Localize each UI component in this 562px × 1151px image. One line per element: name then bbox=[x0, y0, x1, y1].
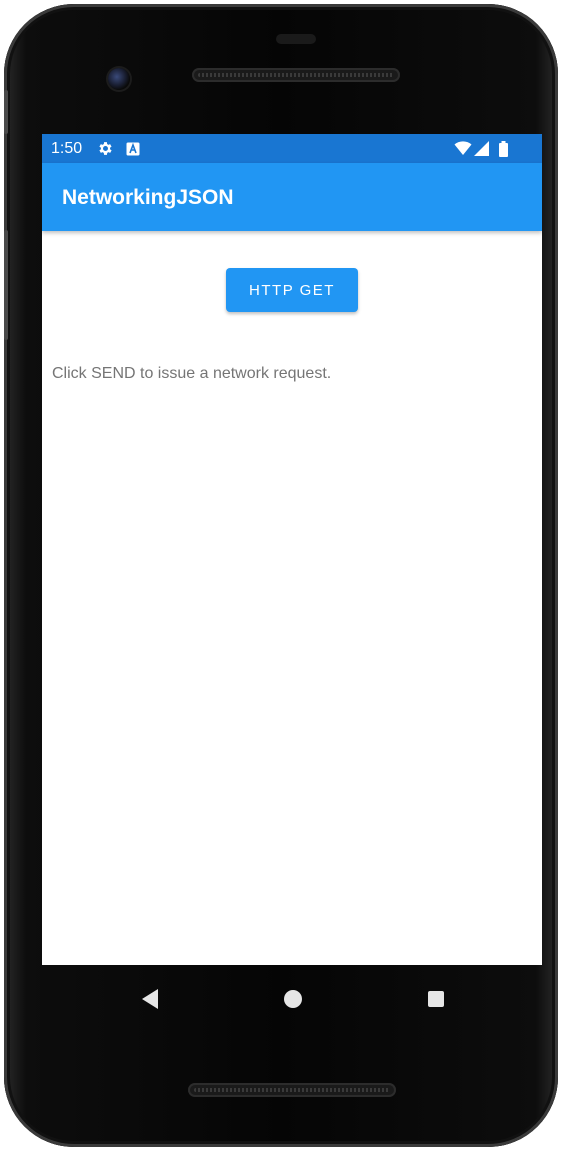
status-time: 1:50 bbox=[51, 140, 83, 157]
recents-button[interactable] bbox=[424, 987, 448, 1011]
back-icon bbox=[142, 989, 158, 1009]
device-screen: 1:50 NetworkingJSON HTTP GET Click SEND … bbox=[42, 134, 542, 965]
status-bar: 1:50 bbox=[42, 134, 542, 163]
signal-icon bbox=[474, 140, 490, 157]
power-button bbox=[4, 90, 8, 134]
back-button[interactable] bbox=[138, 987, 162, 1011]
home-button[interactable] bbox=[281, 987, 305, 1011]
front-camera bbox=[108, 68, 130, 90]
bottom-speaker bbox=[188, 1083, 396, 1097]
earpiece-speaker bbox=[192, 68, 400, 82]
recents-icon bbox=[428, 991, 444, 1007]
wifi-icon bbox=[454, 140, 472, 157]
app-title: NetworkingJSON bbox=[62, 186, 234, 209]
navigation-bar bbox=[4, 969, 558, 1029]
a-notification-icon bbox=[126, 140, 140, 157]
settings-gear-icon bbox=[97, 140, 114, 157]
app-bar: NetworkingJSON bbox=[42, 163, 542, 231]
proximity-sensor bbox=[276, 34, 316, 44]
status-message: Click SEND to issue a network request. bbox=[52, 365, 332, 382]
http-get-button[interactable]: HTTP GET bbox=[226, 268, 358, 312]
home-icon bbox=[284, 990, 302, 1008]
battery-icon bbox=[499, 140, 508, 157]
volume-button bbox=[4, 230, 8, 340]
